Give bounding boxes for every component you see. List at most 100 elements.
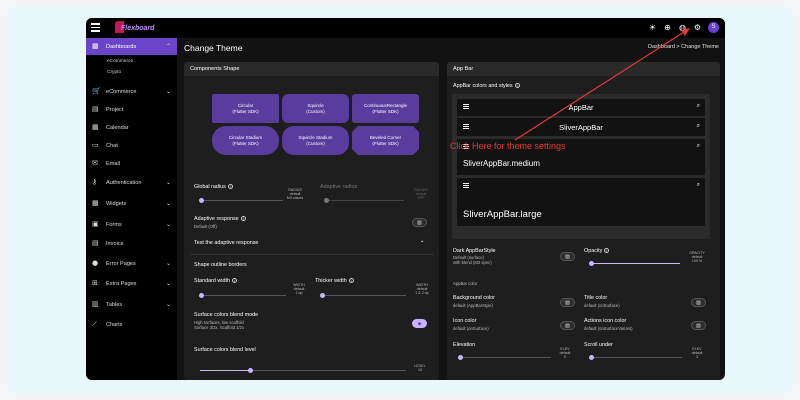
shape-option-circular-stadium[interactable]: Circular Stadium (Flutter SDK) bbox=[212, 126, 279, 155]
adaptive-response-toggle[interactable]: ▨ bbox=[412, 218, 427, 227]
sidebar-item-label: Dashboards bbox=[106, 43, 137, 50]
dark-appbarstyle-toggle[interactable]: ▨ bbox=[560, 252, 575, 261]
sidebar-subitem-ecommerce[interactable]: eCommerce bbox=[107, 59, 133, 64]
icon-color-button[interactable]: ▨ bbox=[560, 321, 575, 330]
sidebar-item-forms[interactable]: ▣ Forms ⌄ bbox=[86, 216, 177, 233]
chart-icon: ⟋ bbox=[92, 320, 97, 328]
sidebar-item-widgets[interactable]: ▦ Widgets ⌄ bbox=[86, 195, 177, 212]
chevron-down-icon: ⌄ bbox=[165, 88, 171, 95]
shape-sub: (Flutter SDK) bbox=[372, 140, 399, 146]
sidebar-item-label: Calendar bbox=[106, 124, 129, 131]
shape-option-beveled-corner[interactable]: Beveled Corner (Flutter SDK) bbox=[352, 126, 419, 155]
info-icon: i bbox=[240, 216, 246, 222]
language-icon[interactable]: ⊕ bbox=[663, 23, 672, 32]
cart-icon: 🛒 bbox=[92, 87, 101, 95]
sidebar-item-email[interactable]: ✉ Email bbox=[86, 155, 177, 172]
slider-thumb[interactable] bbox=[589, 261, 594, 266]
actions-icon-color-button[interactable]: ▨ bbox=[691, 321, 706, 330]
appbar-sample: AppBar ⌕ bbox=[457, 99, 705, 116]
shape-sub: (Flutter SDK) bbox=[232, 140, 259, 146]
sidebar-item-label: Forms bbox=[106, 221, 122, 228]
icon-color-sub: default (onSurface) bbox=[453, 326, 489, 331]
table-icon: ▥ bbox=[92, 300, 99, 308]
page-title: Change Theme bbox=[184, 43, 243, 53]
sidebar-item-chat[interactable]: ▭ Chat bbox=[86, 137, 177, 154]
dark-appbarstyle-label: Dark AppBarStyle bbox=[453, 248, 496, 254]
icon-color-label: Icon color bbox=[453, 318, 477, 324]
actions-icon-color-sub: default (onSurfaceVariant) bbox=[584, 326, 633, 331]
sidebar-item-label: Email bbox=[106, 160, 120, 167]
user-avatar[interactable]: S bbox=[708, 22, 719, 33]
theme-palette-icon[interactable]: ◍ bbox=[678, 23, 687, 32]
global-radius-slider[interactable] bbox=[200, 200, 283, 202]
invoice-icon: ▤ bbox=[92, 239, 99, 247]
slider-thumb[interactable] bbox=[324, 198, 329, 203]
background-color-button[interactable]: ▨ bbox=[560, 298, 575, 307]
info-icon: i bbox=[348, 278, 354, 284]
slider-thumb[interactable] bbox=[248, 368, 253, 373]
sliverappbar-sample: SliverAppBar ⌕ bbox=[457, 118, 705, 136]
title-color-button[interactable]: ▨ bbox=[691, 298, 706, 307]
appbar-colors-label: AppBar colors and styles i bbox=[453, 83, 520, 89]
adaptive-radius-slider[interactable] bbox=[326, 200, 404, 202]
elevation-slider[interactable] bbox=[459, 357, 551, 359]
settings-gear-icon[interactable]: ⚙ bbox=[693, 23, 702, 32]
chevron-down-icon: ⌄ bbox=[165, 179, 171, 186]
sidebar-subitem-crypto[interactable]: Crypto bbox=[107, 70, 121, 75]
standard-width-slider[interactable] bbox=[200, 295, 286, 297]
standard-width-value: WIDTH default 1 dp bbox=[293, 283, 305, 295]
brightness-icon[interactable]: ☀ bbox=[648, 23, 657, 32]
info-icon: i bbox=[227, 184, 233, 190]
sidebar-item-project[interactable]: ▤ Project bbox=[86, 101, 177, 118]
slider-thumb[interactable] bbox=[589, 355, 594, 360]
thicker-width-slider[interactable] bbox=[321, 295, 406, 297]
sidebar-item-label: Error Pages bbox=[106, 260, 136, 267]
project-icon: ▤ bbox=[92, 105, 99, 113]
slider-thumb[interactable] bbox=[199, 293, 204, 298]
sidebar-item-label: Tables bbox=[106, 301, 123, 308]
shape-option-circular[interactable]: Circular (Flutter SDK) bbox=[212, 94, 279, 123]
shape-outline-label: Shape outline borders bbox=[194, 262, 247, 268]
menu-icon[interactable] bbox=[91, 23, 100, 32]
sidebar-item-authentication[interactable]: ⚷ Authentication ⌄ bbox=[86, 174, 177, 191]
scroll-under-slider[interactable] bbox=[590, 357, 682, 359]
app-window: Flexboard ☀ ⊕ ◍ ⚙ S ▦ Dashboards ⌃ eComm… bbox=[86, 18, 725, 380]
surface-blend-mode-toggle[interactable]: ◈ bbox=[412, 319, 427, 328]
sidebar-item-ecommerce[interactable]: 🛒 eCommerce ⌄ bbox=[86, 83, 177, 100]
sidebar: ▦ Dashboards ⌃ eCommerce Crypto 🛒 eComme… bbox=[86, 38, 177, 380]
shape-option-squircle[interactable]: Squircle (Custom) bbox=[282, 94, 349, 123]
actions-icon-color-label: Actions icon color bbox=[584, 318, 627, 324]
components-shape-panel: Components Shape Circular (Flutter SDK) … bbox=[184, 62, 439, 380]
search-icon: ⌕ bbox=[696, 181, 700, 188]
panel-header: App Bar bbox=[447, 62, 720, 76]
app-logo: Flexboard bbox=[115, 21, 154, 35]
global-radius-value: RADIUS default M3 values bbox=[286, 188, 304, 200]
search-icon: ⌕ bbox=[696, 142, 700, 149]
chevron-down-icon: ⌄ bbox=[165, 221, 171, 228]
slider-thumb[interactable] bbox=[458, 355, 463, 360]
elevation-label: Elevation bbox=[453, 342, 476, 348]
slider-thumb[interactable] bbox=[320, 293, 325, 298]
chevron-down-icon[interactable]: ⌄ bbox=[420, 238, 425, 244]
appbar-color-section-label: AppBar color bbox=[453, 281, 478, 286]
sidebar-item-calendar[interactable]: ▦ Calendar bbox=[86, 119, 177, 136]
sidebar-item-charts[interactable]: ⟋ Charts bbox=[86, 316, 177, 333]
sidebar-item-tables[interactable]: ▥ Tables ⌄ bbox=[86, 296, 177, 313]
sliverappbar-medium-title: SliverAppBar.medium bbox=[463, 159, 540, 168]
chevron-down-icon: ⌄ bbox=[165, 280, 171, 287]
search-icon: ⌕ bbox=[696, 122, 700, 129]
sidebar-item-label: eCommerce bbox=[106, 88, 137, 95]
sidebar-item-extra-pages[interactable]: ⊞ Extra Pages ⌄ bbox=[86, 275, 177, 292]
test-adaptive-response[interactable]: Test the adaptive response bbox=[194, 240, 258, 246]
appbar-title: AppBar bbox=[568, 103, 594, 112]
shape-option-continuous-rectangle[interactable]: ContinuousRectangle (Flutter SDK) bbox=[352, 94, 419, 123]
shape-option-squircle-stadium[interactable]: Squircle Stadium (Custom) bbox=[282, 126, 349, 155]
chevron-down-icon: ⌄ bbox=[165, 260, 171, 267]
sidebar-item-error-pages[interactable]: ● Error Pages ⌄ bbox=[86, 255, 177, 272]
callout-text: Click Here for theme settings bbox=[450, 141, 566, 151]
sidebar-item-invoice[interactable]: ▤ Invoice bbox=[86, 235, 177, 252]
sidebar-item-label: Project bbox=[106, 106, 124, 113]
sidebar-item-dashboards[interactable]: ▦ Dashboards ⌃ bbox=[86, 38, 177, 55]
slider-thumb[interactable] bbox=[199, 198, 204, 203]
breadcrumb[interactable]: Dashboard > Change Theme bbox=[648, 44, 719, 50]
